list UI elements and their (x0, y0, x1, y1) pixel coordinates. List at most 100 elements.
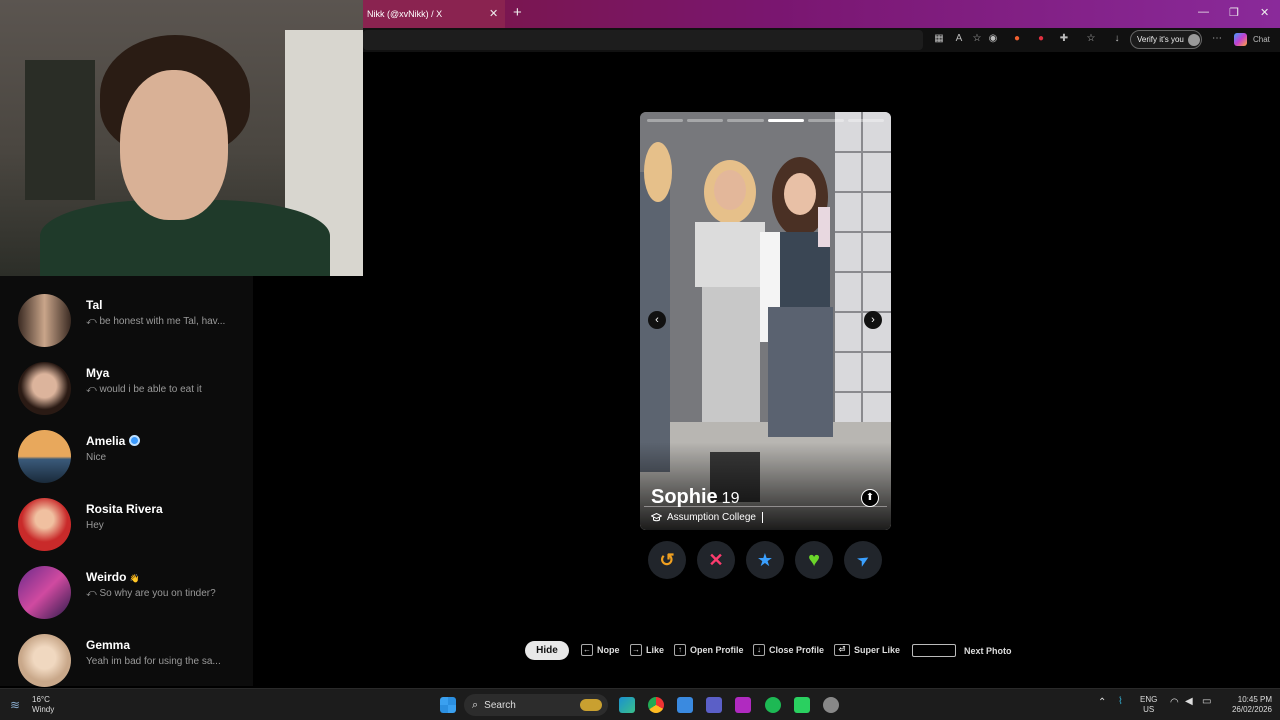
photo-pager-segment (807, 119, 844, 122)
shortcut-close-profile: ↓ Close Profile (753, 644, 824, 656)
weather-widget[interactable]: ≋ 16°C Windy (10, 695, 54, 715)
address-bar[interactable] (363, 30, 923, 50)
profile-card[interactable]: ‹ › Sophie 19 ⬆ Assumption College (640, 112, 891, 530)
message-item[interactable]: Weirdo 👋 ⤺ So why are you on tinder? (0, 566, 253, 632)
read-aloud-icon[interactable]: A (953, 33, 965, 45)
shortcut-next-photo: Next Photo (912, 644, 1012, 657)
extension-icon-2[interactable]: ● (1035, 33, 1047, 45)
prev-photo-button[interactable]: ‹ (648, 311, 666, 329)
avatar (1187, 33, 1200, 46)
match-name: Mya (86, 366, 110, 380)
message-item[interactable]: Rosita Rivera Hey (0, 498, 253, 564)
message-item[interactable]: Amelia Nice (0, 430, 253, 496)
language-indicator[interactable]: ENG US (1140, 695, 1157, 715)
tray-app-icon[interactable]: ⌇ (1118, 697, 1123, 707)
spotify-icon[interactable] (765, 697, 781, 713)
screen: Nikk (@xvNikk) / X ✕ + — ❐ ✕ ▦ A ☆ ◉ ● ●… (0, 0, 1280, 720)
temperature: 16°C (32, 695, 50, 704)
match-name: Amelia (86, 434, 140, 448)
clock-time: 10:45 PM (1237, 695, 1272, 704)
rewind-button[interactable]: ↺ (648, 541, 686, 579)
shortcut-open-profile: ↑ Open Profile (674, 644, 744, 656)
settings-icon[interactable] (823, 697, 839, 713)
webcam-overlay (0, 0, 363, 276)
taskbar-search[interactable]: ⌕ Search (464, 694, 608, 716)
wifi-icon[interactable]: ◠ (1170, 698, 1179, 708)
avatar (18, 634, 71, 687)
open-profile-button[interactable]: ⬆ (861, 489, 879, 507)
school-name: Assumption College (667, 512, 756, 523)
clock[interactable]: 10:45 PM 26/02/2026 (1222, 695, 1272, 715)
match-name-text: Weirdo (86, 570, 127, 584)
copilot-icon[interactable] (1234, 33, 1247, 46)
chrome-icon[interactable] (648, 697, 664, 713)
message-preview: Nice (86, 452, 107, 463)
minimize-icon[interactable]: — (1198, 6, 1209, 18)
new-tab-icon[interactable]: + (513, 4, 522, 21)
shortcut-label: Next Photo (964, 645, 1012, 656)
shortcut-label: Open Profile (690, 645, 744, 655)
tab-close-icon[interactable]: ✕ (489, 7, 498, 20)
avatar (18, 294, 71, 347)
hide-shortcuts-button[interactable]: Hide (525, 641, 569, 660)
up-arrow-key-icon: ↑ (674, 644, 686, 656)
clock-date: 26/02/2026 (1231, 705, 1272, 714)
extensions-icon[interactable]: ✚ (1058, 33, 1070, 45)
next-photo-button[interactable]: › (864, 311, 882, 329)
photo-pager-segment (687, 119, 724, 122)
profile-age: 19 (721, 490, 740, 507)
video-editor-icon[interactable] (735, 697, 751, 713)
photo-pager-segment (767, 119, 804, 122)
photo-pager-segment (727, 119, 764, 122)
location-icon[interactable]: ◉ (987, 33, 999, 45)
downloads-icon[interactable]: ↓ (1111, 33, 1123, 45)
boost-button[interactable]: ➤ (844, 541, 882, 579)
browser-tab[interactable]: Nikk (@xvNikk) / X ✕ (363, 0, 505, 28)
volume-icon[interactable]: ◀ (1185, 697, 1193, 707)
avatar (18, 430, 71, 483)
x-icon: ✕ (708, 549, 724, 570)
heart-icon: ♥ (808, 548, 820, 571)
message-item[interactable]: Tal ⤺ be honest with me Tal, hav... (0, 294, 253, 360)
verify-label: Verify it's you (1137, 35, 1184, 44)
action-buttons: ↺ ✕ ★ ♥ ➤ (648, 541, 884, 579)
down-arrow-key-icon: ↓ (753, 644, 765, 656)
language-code: ENG (1140, 695, 1158, 704)
match-name: Gemma (86, 638, 131, 652)
tray-chevron-icon[interactable]: ⌃ (1098, 698, 1106, 708)
message-preview: ⤺ would i be able to eat it (86, 384, 202, 395)
graduation-cap-icon (651, 513, 662, 522)
send-icon: ➤ (853, 549, 873, 571)
space-key-icon (912, 644, 956, 657)
super-like-button[interactable]: ★ (746, 541, 784, 579)
apps-icon[interactable]: ▦ (933, 33, 945, 45)
more-icon[interactable]: ⋯ (1211, 33, 1223, 45)
browser-titlebar: Nikk (@xvNikk) / X ✕ + — ❐ ✕ (363, 0, 1280, 28)
extension-icon[interactable]: ● (1011, 33, 1023, 45)
start-icon[interactable] (440, 697, 456, 713)
match-name-text: Amelia (86, 434, 126, 448)
avatar (18, 566, 71, 619)
message-item[interactable]: Mya ⤺ would i be able to eat it (0, 362, 253, 428)
notepad-icon[interactable] (677, 697, 693, 713)
search-icon: ⌕ (472, 698, 479, 711)
teams-icon[interactable] (706, 697, 722, 713)
nope-button[interactable]: ✕ (697, 541, 735, 579)
restore-icon[interactable]: ❐ (1229, 6, 1239, 19)
right-arrow-key-icon: → (630, 644, 642, 656)
like-button[interactable]: ♥ (795, 541, 833, 579)
chat-label[interactable]: Chat (1253, 35, 1270, 44)
battery-icon[interactable]: ▭ (1202, 697, 1211, 707)
close-window-icon[interactable]: ✕ (1260, 6, 1269, 19)
favorite-icon[interactable]: ☆ (971, 33, 983, 45)
edge-icon[interactable] (619, 697, 635, 713)
app-icon[interactable] (794, 697, 810, 713)
message-preview: ⤺ be honest with me Tal, hav... (86, 316, 226, 327)
keyboard-shortcuts-bar: Hide ← Nope → Like ↑ Open Profile ↓ Close Pr… (525, 641, 1025, 661)
message-preview: Yeah im bad for using the sa... (86, 656, 221, 667)
left-arrow-key-icon: ← (581, 644, 593, 656)
favorites-icon[interactable]: ☆ (1085, 33, 1097, 45)
photo-pager-segment (847, 119, 885, 122)
profile-button[interactable]: Verify it's you (1130, 30, 1202, 49)
taskbar: ≋ 16°C Windy ⌕ Search ⌃ ⌇ ENG US ◠ ◀ ▭ 1… (0, 688, 1280, 720)
